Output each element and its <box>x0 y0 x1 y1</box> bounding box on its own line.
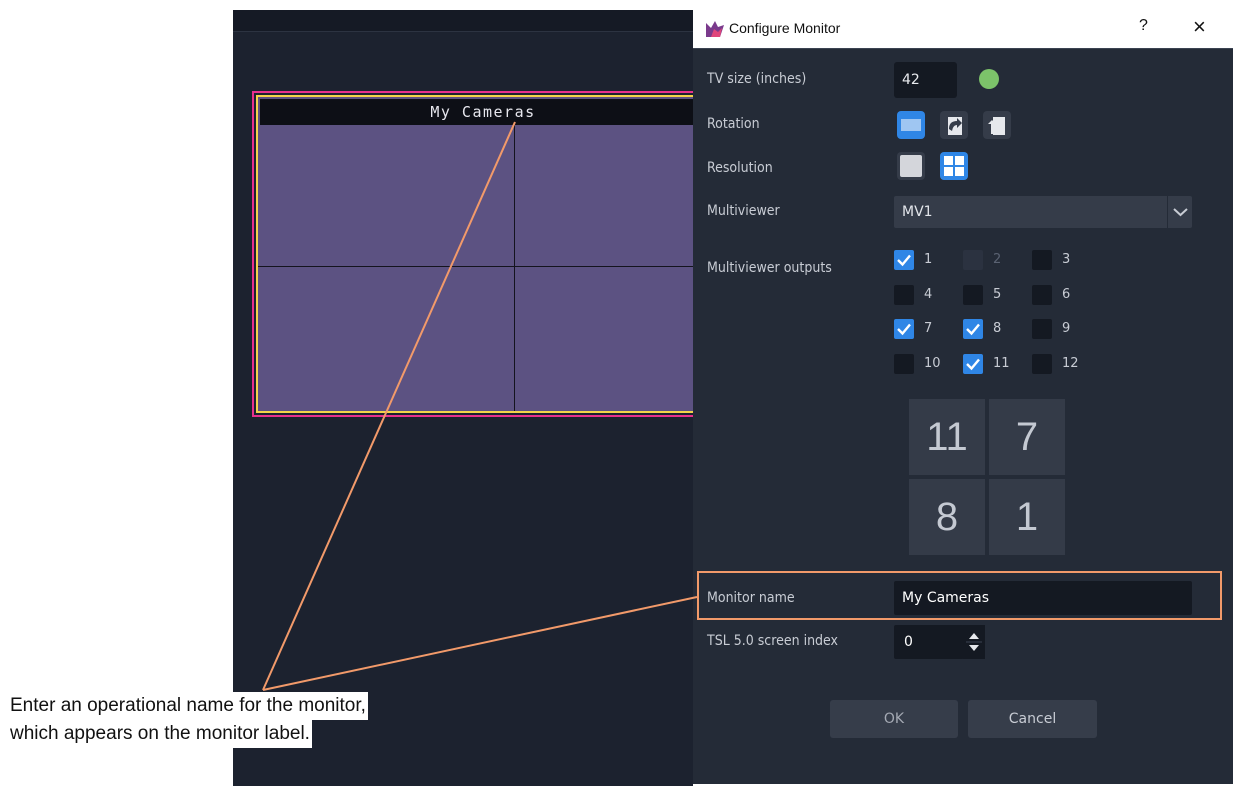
output-checkbox[interactable] <box>894 319 914 339</box>
configure-monitor-dialog: Configure Monitor ? × TV size (inches) 4… <box>693 10 1233 784</box>
close-button[interactable]: × <box>1193 14 1206 40</box>
multiviewer-outputs-label: Multiviewer outputs <box>707 260 832 276</box>
monitor-grid-horizontal <box>258 266 706 267</box>
output-checkbox-label: 10 <box>924 356 941 371</box>
tsl-index-label: TSL 5.0 screen index <box>707 633 839 649</box>
output-checkbox[interactable] <box>963 354 983 374</box>
output-checkbox-label: 11 <box>993 356 1010 371</box>
layout-cell[interactable]: 11 <box>909 399 985 475</box>
multiviewer-value: MV1 <box>902 204 933 220</box>
rotation-left-button[interactable] <box>983 111 1011 139</box>
output-checkbox-label: 6 <box>1062 287 1071 302</box>
tv-size-label: TV size (inches) <box>707 71 807 87</box>
chevron-down-icon <box>1167 196 1192 228</box>
monitor-preview[interactable]: My Cameras <box>252 91 712 417</box>
monitor-label: My Cameras <box>260 99 706 125</box>
quad-resolution-icon <box>944 156 964 176</box>
output-checkbox[interactable] <box>894 250 914 270</box>
layout-cell[interactable]: 8 <box>909 479 985 555</box>
output-checkbox[interactable] <box>963 319 983 339</box>
output-checkbox-label: 5 <box>993 287 1002 302</box>
output-checkbox-label: 9 <box>1062 321 1071 336</box>
rotate-right-icon <box>948 117 962 135</box>
help-button[interactable]: ? <box>1139 17 1148 35</box>
tsl-index-stepper[interactable] <box>963 625 985 659</box>
output-checkbox-label: 12 <box>1062 356 1079 371</box>
rotation-right-button[interactable] <box>940 111 968 139</box>
ok-button[interactable]: OK <box>830 700 958 738</box>
rotation-landscape-button[interactable] <box>897 111 925 139</box>
monitor-canvas: My Cameras <box>256 95 708 413</box>
checkmark-icon <box>897 323 911 336</box>
resolution-quad-button[interactable] <box>940 152 968 180</box>
single-resolution-icon <box>900 155 922 177</box>
tv-size-input[interactable]: 42 <box>894 62 957 98</box>
layout-cell[interactable]: 1 <box>989 479 1065 555</box>
titlebar-divider <box>693 48 1233 49</box>
checkmark-icon <box>966 323 980 336</box>
dialog-titlebar: Configure Monitor ? × <box>693 10 1233 48</box>
layout-cell[interactable]: 7 <box>989 399 1065 475</box>
dialog-title: Configure Monitor <box>729 20 841 36</box>
checkmark-icon <box>966 358 980 371</box>
output-checkbox[interactable] <box>894 354 914 374</box>
resolution-single-button[interactable] <box>897 152 925 180</box>
checkmark-icon <box>897 254 911 267</box>
output-checkbox[interactable] <box>1032 319 1052 339</box>
resolution-label: Resolution <box>707 160 773 176</box>
landscape-icon <box>901 119 921 131</box>
app-toolbar <box>233 10 693 32</box>
monitor-name-highlight <box>697 571 1222 620</box>
cancel-button[interactable]: Cancel <box>968 700 1097 738</box>
output-checkbox-label: 3 <box>1062 252 1071 267</box>
rotate-left-icon <box>988 117 1005 135</box>
monitor-grid-vertical <box>514 125 515 411</box>
output-checkbox-label: 7 <box>924 321 933 336</box>
output-checkbox-label: 8 <box>993 321 1002 336</box>
output-checkbox-label: 2 <box>993 252 1002 267</box>
callout-line1: Enter an operational name for the monito… <box>10 692 368 720</box>
output-checkbox[interactable] <box>1032 250 1052 270</box>
output-checkbox[interactable] <box>963 285 983 305</box>
output-checkbox[interactable] <box>1032 285 1052 305</box>
output-checkbox[interactable] <box>894 285 914 305</box>
rotation-label: Rotation <box>707 116 760 132</box>
callout-line2: which appears on the monitor label. <box>10 720 312 748</box>
status-indicator <box>979 69 999 89</box>
multiviewer-select[interactable]: MV1 <box>894 196 1192 228</box>
tsl-index-input[interactable]: 0 <box>894 625 964 659</box>
output-checkbox[interactable] <box>1032 354 1052 374</box>
multiviewer-label: Multiviewer <box>707 203 780 219</box>
output-checkbox-label: 1 <box>924 252 933 267</box>
callout-text: Enter an operational name for the monito… <box>10 692 368 748</box>
output-checkbox-label: 4 <box>924 287 933 302</box>
output-checkbox <box>963 250 983 270</box>
app-logo-icon <box>705 20 725 38</box>
